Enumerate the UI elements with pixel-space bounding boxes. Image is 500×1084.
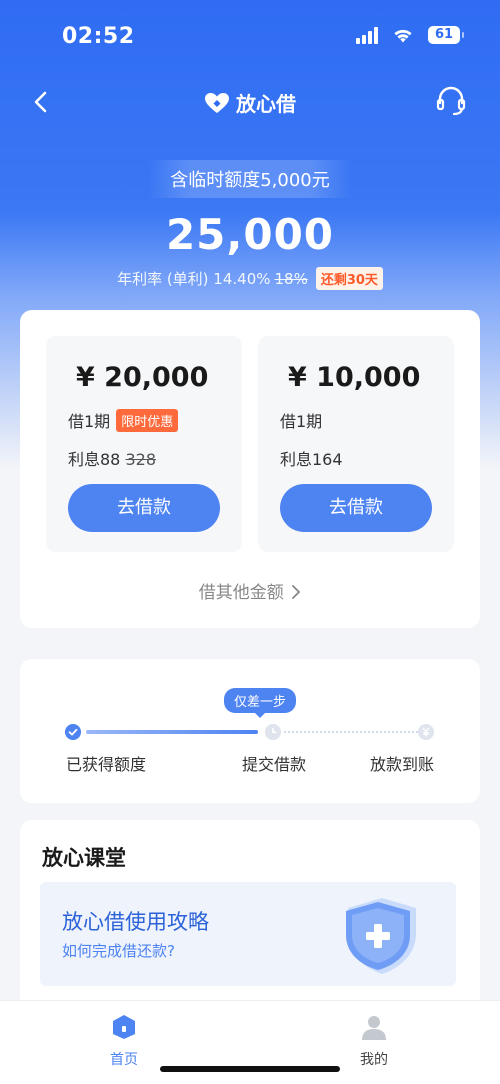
offer-term-label: 借1期 — [280, 412, 323, 431]
interest-rate-text: 年利率 (单利) 14.40% — [117, 270, 271, 288]
battery-icon: 61 — [428, 26, 464, 44]
user-icon — [362, 1016, 386, 1040]
credit-amount: 25,000 — [165, 210, 335, 259]
offer-interest: 利息88 328 — [68, 446, 156, 470]
tab-label: 我的 — [360, 1052, 388, 1068]
shield-icon — [346, 898, 416, 974]
offer-interest-label: 利息164 — [280, 450, 343, 469]
guide-subtitle: 如何完成借还款? — [62, 942, 175, 960]
class-section: 放心课堂 放心借使用攻略 如何完成借还款? — [20, 820, 480, 1020]
temporary-quota-label: 含临时额度5,000元 — [148, 160, 352, 198]
brand-logo-icon — [205, 92, 229, 113]
brand-name: 放心借 — [236, 92, 296, 116]
guide-title: 放心借使用攻略 — [62, 910, 209, 934]
offer-term: 借1期 限时优惠 — [68, 408, 179, 432]
offer-term-label: 借1期 — [68, 412, 111, 431]
step-label: 放款到账 — [370, 755, 435, 774]
tab-home[interactable]: 首页 — [84, 1013, 164, 1069]
loan-offer: ¥ 20,000 借1期 限时优惠 利息88 328 去借款 — [46, 336, 242, 552]
back-arrow-icon[interactable] — [28, 88, 56, 116]
check-icon — [65, 724, 81, 740]
brand: 放心借 — [204, 88, 296, 117]
interest-rate-line: 年利率 (单利) 14.40% 18% 还剩30天 — [0, 267, 500, 290]
step-label: 提交借款 — [242, 755, 307, 774]
home-indicator — [160, 1066, 340, 1072]
progress-line-pending — [284, 731, 418, 733]
status-bar: 02:52 61 — [0, 0, 500, 60]
other-amount-link[interactable]: 借其他金额 — [20, 578, 480, 603]
clock-icon — [265, 724, 281, 740]
chevron-right-icon — [292, 585, 301, 599]
step-hint-bubble: 仅差一步 — [224, 688, 297, 713]
offer-interest-label: 利息88 — [68, 450, 121, 469]
wifi-icon — [394, 29, 412, 42]
status-icons: 61 — [356, 26, 464, 44]
progress-line-completed — [86, 730, 258, 734]
step-label: 已获得额度 — [66, 755, 147, 774]
offer-interest: 利息164 — [280, 446, 343, 470]
cellular-signal-icon — [356, 26, 378, 44]
offer-amount: ¥ 20,000 — [76, 362, 209, 393]
borrow-button[interactable]: 去借款 — [68, 484, 220, 532]
credit-summary: 含临时额度5,000元 25,000 年利率 (单利) 14.40% 18% 还… — [0, 160, 500, 290]
loan-progress-card: 仅差一步 已获得额度 提交借款 放款到账 — [20, 659, 480, 803]
tab-label: 首页 — [110, 1052, 138, 1068]
nav-bar: 放心借 — [0, 80, 500, 124]
home-icon — [113, 1015, 135, 1039]
limited-offer-badge: 限时优惠 — [116, 408, 179, 432]
rate-countdown-badge: 还剩30天 — [315, 267, 383, 290]
loan-offers-card: ¥ 20,000 借1期 限时优惠 利息88 328 去借款 ¥ 10,000 … — [20, 310, 480, 628]
offer-amount: ¥ 10,000 — [288, 362, 421, 393]
borrow-button[interactable]: 去借款 — [280, 484, 432, 532]
loan-offer: ¥ 10,000 借1期 利息164 去借款 — [258, 336, 454, 552]
other-amount-label: 借其他金额 — [198, 583, 284, 603]
offer-interest-original: 328 — [125, 450, 157, 469]
original-rate: 18% — [274, 269, 308, 288]
status-time: 02:52 — [62, 24, 135, 49]
usage-guide-banner[interactable]: 放心借使用攻略 如何完成借还款? — [40, 882, 456, 986]
section-title: 放心课堂 — [42, 846, 126, 870]
customer-service-icon[interactable] — [434, 84, 468, 118]
tab-mine[interactable]: 我的 — [334, 1013, 414, 1069]
yuan-icon — [418, 724, 434, 740]
offer-term: 借1期 — [280, 408, 322, 432]
